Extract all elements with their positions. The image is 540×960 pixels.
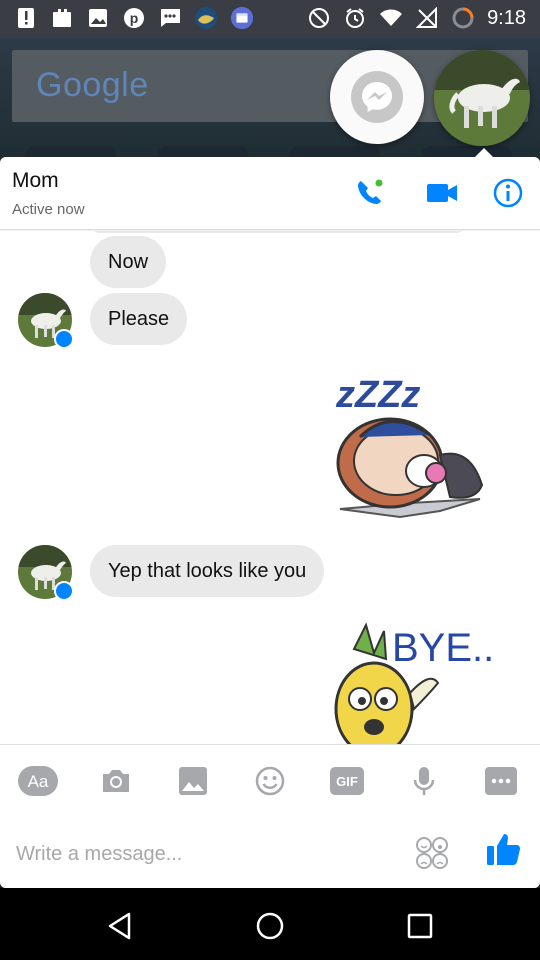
info-icon (493, 178, 523, 208)
camera-button[interactable] (96, 763, 136, 799)
image-icon (86, 6, 110, 30)
video-camera-icon (427, 184, 457, 202)
recents-button[interactable] (400, 906, 440, 946)
sticker-bye-text: BYE... (392, 626, 494, 670)
weather-icon (194, 6, 218, 30)
recents-square-icon (407, 913, 433, 939)
phone-icon (358, 179, 383, 204)
alert-icon (14, 6, 38, 30)
clock-time: 9:18 (487, 7, 526, 29)
message-icon (158, 6, 182, 30)
alarm-icon (343, 6, 367, 30)
message-composer (0, 817, 540, 888)
back-triangle-icon (108, 912, 131, 940)
text-format-button[interactable]: Aa (18, 763, 58, 799)
contact-name[interactable]: Mom (12, 169, 59, 193)
smiley-icon (255, 766, 285, 796)
gif-label: GIF (336, 774, 358, 789)
pinterest-icon: p (122, 6, 146, 30)
chat-panel: Mom Active now Now Please zZZz Yep that … (0, 157, 540, 888)
more-options-button[interactable] (481, 763, 521, 799)
message-bubble[interactable]: Yep that looks like you (90, 545, 325, 597)
chat-header: Mom Active now (0, 157, 540, 230)
composer-toolbar: Aa GIF (0, 744, 540, 817)
clipboard-icon (50, 6, 74, 30)
message-list[interactable]: Now Please zZZz Yep that looks like you (0, 231, 540, 744)
gallery-icon (179, 767, 207, 795)
more-dots-icon (485, 767, 517, 795)
contact-chathead-avatar[interactable] (434, 50, 530, 146)
emoji-sticker-button[interactable] (250, 763, 290, 799)
system-nav-bar (0, 888, 540, 960)
video-call-button[interactable] (424, 175, 460, 211)
messenger-badge-icon (54, 581, 74, 601)
sticker-zzzz-text: zZZz (335, 374, 420, 416)
gallery-button[interactable] (173, 763, 213, 799)
calendar-icon (230, 6, 254, 30)
svg-text:p: p (130, 10, 139, 26)
home-button[interactable] (250, 906, 290, 946)
no-signal-icon (415, 6, 439, 30)
message-bubble-partial (90, 231, 466, 233)
battery-ring-icon (451, 6, 475, 30)
voice-call-button[interactable] (352, 175, 388, 211)
sleeping-zzzz-sticker[interactable]: zZZz (330, 367, 490, 523)
status-bar: p 9:18 (0, 0, 540, 38)
microphone-icon (413, 767, 435, 795)
home-circle-icon (256, 912, 284, 940)
message-bubble[interactable]: Please (90, 293, 188, 345)
dnd-icon (307, 6, 331, 30)
camera-icon (103, 770, 129, 792)
emoji-faces-icon (416, 837, 448, 869)
back-button[interactable] (100, 906, 140, 946)
text-format-label: Aa (28, 772, 49, 791)
messenger-chathead-button[interactable] (330, 50, 424, 144)
message-bubble[interactable]: Now (90, 236, 167, 288)
voice-record-button[interactable] (404, 763, 444, 799)
messenger-badge-icon (54, 329, 74, 349)
contact-status: Active now (12, 201, 85, 218)
thumbs-up-icon (487, 834, 520, 865)
wifi-icon (379, 6, 403, 30)
gif-button[interactable]: GIF (327, 763, 367, 799)
like-button[interactable] (484, 831, 524, 871)
messenger-icon (362, 82, 392, 112)
message-input[interactable] (14, 835, 398, 873)
pineapple-bye-sticker[interactable]: BYE... (334, 619, 505, 744)
google-logo: Google (36, 66, 149, 104)
emoji-faces-button[interactable] (414, 835, 450, 871)
conversation-info-button[interactable] (490, 175, 526, 211)
